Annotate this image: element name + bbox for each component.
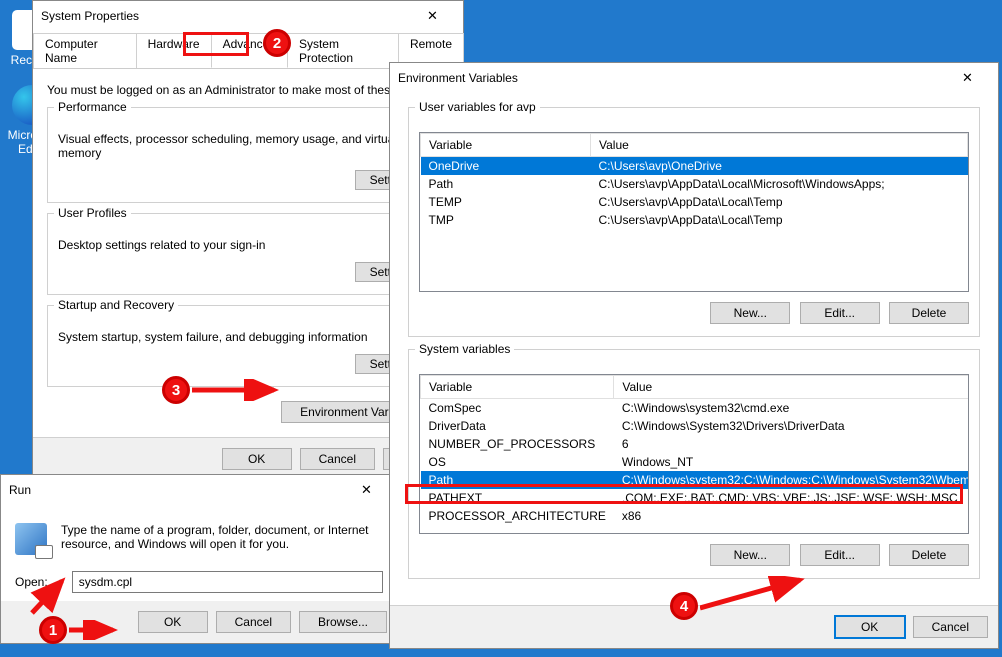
annotation-arrow-3 [192, 379, 284, 401]
window-title: System Properties [41, 9, 139, 23]
table-row[interactable]: OneDriveC:\Users\avp\OneDrive [421, 157, 968, 176]
table-row[interactable]: PROCESSOR_ARCHITECTUREx86 [421, 507, 970, 525]
window-title: Environment Variables [398, 71, 518, 85]
tab-system-protection[interactable]: System Protection [287, 33, 399, 68]
table-row[interactable]: TEMPC:\Users\avp\AppData\Local\Temp [421, 193, 968, 211]
table-row[interactable]: PathC:\Users\avp\AppData\Local\Microsoft… [421, 175, 968, 193]
annotation-callout-2: 2 [263, 29, 291, 57]
table-row[interactable]: PATHEXT.COM;.EXE;.BAT;.CMD;.VBS;.VBE;.JS… [421, 489, 970, 507]
close-icon[interactable]: ✕ [344, 475, 389, 505]
tab-hardware[interactable]: Hardware [136, 33, 212, 68]
titlebar[interactable]: Run ✕ [1, 475, 397, 505]
annotation-callout-3: 3 [162, 376, 190, 404]
close-icon[interactable]: ✕ [410, 1, 455, 31]
system-variables-table[interactable]: Variable Value ComSpecC:\Windows\system3… [419, 374, 969, 534]
annotation-arrow-4 [700, 576, 810, 616]
table-row[interactable]: PathC:\Windows\system32;C:\Windows;C:\Wi… [421, 471, 970, 489]
user-variables-group: User variables for avp Variable Value On… [408, 107, 980, 337]
run-description: Type the name of a program, folder, docu… [61, 523, 383, 555]
table-row[interactable]: DriverDataC:\Windows\System32\Drivers\Dr… [421, 417, 970, 435]
titlebar[interactable]: System Properties ✕ [33, 1, 463, 31]
system-delete-button[interactable]: Delete [889, 544, 969, 566]
col-value[interactable]: Value [591, 134, 968, 157]
cancel-button[interactable]: Cancel [913, 616, 988, 638]
environment-variables-window: Environment Variables ✕ User variables f… [389, 62, 999, 649]
browse-button[interactable]: Browse... [299, 611, 387, 633]
close-icon[interactable]: ✕ [945, 63, 990, 93]
run-icon [15, 523, 47, 555]
open-input[interactable] [72, 571, 383, 593]
user-delete-button[interactable]: Delete [889, 302, 969, 324]
col-variable[interactable]: Variable [421, 134, 591, 157]
ok-button[interactable]: OK [222, 448, 292, 470]
table-row[interactable]: NUMBER_OF_PROCESSORS6 [421, 435, 970, 453]
cancel-button[interactable]: Cancel [216, 611, 291, 633]
ok-button[interactable]: OK [138, 611, 208, 633]
user-edit-button[interactable]: Edit... [800, 302, 880, 324]
system-edit-button[interactable]: Edit... [800, 544, 880, 566]
cancel-button[interactable]: Cancel [300, 448, 375, 470]
annotation-callout-4: 4 [670, 592, 698, 620]
col-value[interactable]: Value [614, 376, 969, 399]
user-variables-table[interactable]: Variable Value OneDriveC:\Users\avp\OneD… [419, 132, 969, 292]
col-variable[interactable]: Variable [421, 376, 614, 399]
user-new-button[interactable]: New... [710, 302, 790, 324]
tab-computer-name[interactable]: Computer Name [33, 33, 137, 68]
table-row[interactable]: TMPC:\Users\avp\AppData\Local\Temp [421, 211, 968, 229]
titlebar[interactable]: Environment Variables ✕ [390, 63, 998, 93]
annotation-arrow-1 [69, 620, 123, 640]
system-new-button[interactable]: New... [710, 544, 790, 566]
annotation-arrow-open [22, 575, 70, 615]
system-variables-group: System variables Variable Value ComSpecC… [408, 349, 980, 579]
window-title: Run [9, 483, 31, 497]
table-row[interactable]: OSWindows_NT [421, 453, 970, 471]
annotation-callout-1: 1 [39, 616, 67, 644]
table-row[interactable]: ComSpecC:\Windows\system32\cmd.exe [421, 399, 970, 418]
ok-button[interactable]: OK [835, 616, 905, 638]
